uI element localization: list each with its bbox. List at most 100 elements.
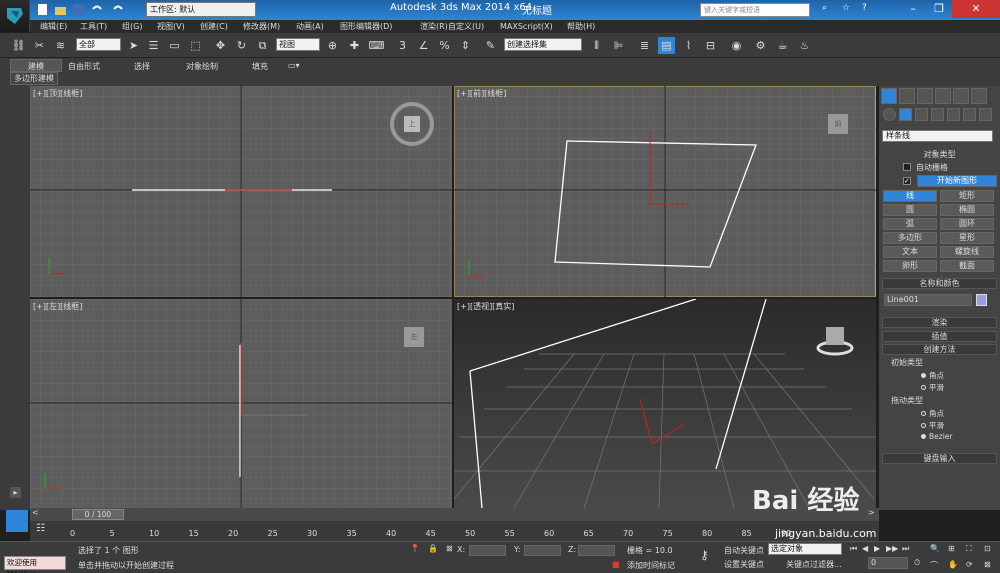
rendering-rollout[interactable]: 渲染 — [882, 317, 997, 328]
ribbon-options-icon[interactable]: ▭▾ — [288, 61, 300, 70]
zoom-extents-all-icon[interactable]: ⊡ — [984, 544, 991, 553]
app-menu-button[interactable] — [0, 0, 30, 32]
next-key-icon[interactable]: ▶▶ — [886, 544, 898, 553]
selection-filter-dropdown[interactable]: 全部 — [76, 38, 121, 51]
menu-edit[interactable]: 编辑(E) — [40, 20, 67, 33]
menu-tools[interactable]: 工具(T) — [80, 20, 107, 33]
display-tab-icon[interactable] — [953, 88, 969, 104]
cameras-icon[interactable] — [931, 108, 944, 121]
track-bar[interactable]: 0 5 10 15 20 25 30 35 40 45 50 55 60 65 70 75 80 85 90 — [30, 521, 879, 541]
helpers-icon[interactable] — [947, 108, 960, 121]
goto-start-icon[interactable]: ⏮ — [850, 544, 857, 554]
binoculars-icon[interactable]: ⌕ — [822, 3, 835, 16]
pin-icon[interactable]: 📍 — [410, 544, 420, 553]
prev-frame-icon[interactable]: < — [32, 508, 39, 517]
absolute-mode-icon[interactable]: ⊠ — [446, 544, 453, 553]
systems-icon[interactable] — [979, 108, 992, 121]
rendered-frame-icon[interactable]: ☕ — [774, 37, 791, 54]
motion-tab-icon[interactable] — [935, 88, 951, 104]
x-coordinate-field[interactable] — [469, 545, 506, 556]
maxscript-listener[interactable]: 欢迎使用 MAXScr — [4, 556, 66, 573]
minimize-button[interactable]: – — [900, 0, 926, 18]
object-type-title[interactable]: 对象类型 — [882, 150, 997, 161]
z-coordinate-field[interactable] — [578, 545, 615, 556]
viewcube[interactable] — [816, 322, 854, 358]
name-color-title[interactable]: 名称和颜色 — [882, 278, 997, 289]
category-dropdown[interactable]: 样条线 — [882, 130, 993, 142]
rect-selection-icon[interactable]: ▭ — [166, 37, 183, 54]
ribbon-tab-freeform[interactable]: 自由形式 — [68, 61, 100, 72]
render-production-icon[interactable]: ♨ — [796, 37, 813, 54]
viewport-layout-icon[interactable] — [6, 510, 28, 532]
start-new-shape-button[interactable]: 开始新图形 — [917, 175, 997, 187]
rotate-icon[interactable]: ↻ — [233, 37, 250, 54]
y-coordinate-field[interactable] — [524, 545, 561, 556]
link-icon[interactable]: ⛓ — [10, 37, 27, 54]
viewport-label[interactable]: [+][顶][线框] — [33, 88, 82, 99]
shape-button[interactable]: 螺旋线 — [940, 246, 994, 258]
lights-icon[interactable] — [915, 108, 928, 121]
star-icon[interactable]: ☆ — [842, 3, 855, 16]
time-slider-thumb[interactable]: 0 / 100 — [72, 509, 124, 520]
unlink-icon[interactable]: ✂ — [31, 37, 48, 54]
shape-button[interactable]: 卵形 — [883, 260, 937, 272]
close-button[interactable]: ✕ — [952, 0, 1000, 18]
drag-smooth-radio[interactable]: 平滑 — [921, 420, 944, 431]
zoom-extents-icon[interactable]: ⛶ — [966, 544, 972, 554]
edit-named-selection-icon[interactable]: ✎ — [482, 37, 499, 54]
drag-corner-radio[interactable]: 角点 — [921, 408, 944, 419]
time-config-icon[interactable]: ⏱ — [914, 558, 920, 568]
spinner-snap-icon[interactable]: ⇕ — [457, 37, 474, 54]
object-color-swatch[interactable] — [976, 294, 987, 306]
shape-button[interactable]: 圆 — [883, 204, 937, 216]
menu-views[interactable]: 视图(V) — [157, 20, 185, 33]
viewcube[interactable]: 前 — [828, 114, 848, 134]
modify-tab-icon[interactable] — [899, 88, 915, 104]
menu-help[interactable]: 帮助(H) — [567, 20, 595, 33]
object-name-input[interactable]: Line001 — [884, 294, 972, 306]
initial-corner-radio[interactable]: 角点 — [921, 370, 944, 381]
angle-snap-icon[interactable]: ∠ — [415, 37, 432, 54]
ribbon-tab-object-paint[interactable]: 对象绘制 — [186, 61, 218, 72]
select-object-icon[interactable]: ➤ — [125, 37, 142, 54]
shape-button[interactable]: 椭圆 — [940, 204, 994, 216]
layer-manager-icon[interactable]: ≣ — [636, 37, 653, 54]
restore-button[interactable]: ❐ — [926, 0, 952, 18]
start-new-shape-checkbox[interactable]: ✓ — [903, 177, 911, 185]
new-file-icon[interactable] — [36, 3, 49, 16]
utilities-tab-icon[interactable] — [971, 88, 987, 104]
shape-button[interactable]: 文本 — [883, 246, 937, 258]
zoom-all-icon[interactable]: ⊞ — [948, 544, 955, 553]
auto-grid-checkbox[interactable] — [903, 163, 911, 171]
expand-arrow-icon[interactable]: ▸ — [10, 487, 21, 498]
lock-icon[interactable]: 🔒 — [428, 544, 438, 553]
auto-key-button[interactable]: 自动关键点 — [724, 545, 764, 556]
fov-icon[interactable]: ⌒ — [930, 560, 938, 571]
open-file-icon[interactable] — [54, 3, 67, 16]
bind-spacewarp-icon[interactable]: ≋ — [52, 37, 69, 54]
window-crossing-icon[interactable]: ⬚ — [187, 37, 204, 54]
pivot-center-icon[interactable]: ⊕ — [324, 37, 341, 54]
save-icon[interactable] — [72, 3, 85, 16]
undo-icon[interactable] — [90, 3, 103, 16]
redo-icon[interactable] — [112, 3, 125, 16]
help-icon[interactable]: ? — [862, 3, 875, 16]
hierarchy-tab-icon[interactable] — [917, 88, 933, 104]
add-time-tag-button[interactable]: 添加时间标记 — [627, 560, 675, 571]
viewcube[interactable]: 上 — [390, 102, 434, 146]
menu-create[interactable]: 创建(C) — [200, 20, 228, 33]
named-selection-dropdown[interactable]: 创建选择集 — [504, 38, 582, 51]
key-mode-dropdown[interactable]: 选定对象 — [768, 543, 842, 555]
shapes-icon[interactable] — [899, 108, 912, 121]
ribbon-tab-modeling[interactable]: 建模 — [28, 61, 44, 72]
viewport-label[interactable]: [+][透视][真实] — [457, 301, 514, 312]
viewport-front[interactable]: [+][前][线框] 前 — [454, 86, 876, 297]
creation-method-rollout[interactable]: 创建方法 — [882, 344, 997, 355]
curve-editor-icon[interactable]: ⌇ — [680, 37, 697, 54]
menu-group[interactable]: 组(G) — [122, 20, 142, 33]
ref-coord-dropdown[interactable]: 视图 — [276, 38, 320, 51]
search-input[interactable]: 键入关键字或短语 — [700, 3, 810, 17]
shape-button[interactable]: 弧 — [883, 218, 937, 230]
set-key-button[interactable]: 设置关键点 — [724, 559, 764, 570]
viewport-perspective[interactable]: [+][透视][真实] — [454, 299, 876, 508]
